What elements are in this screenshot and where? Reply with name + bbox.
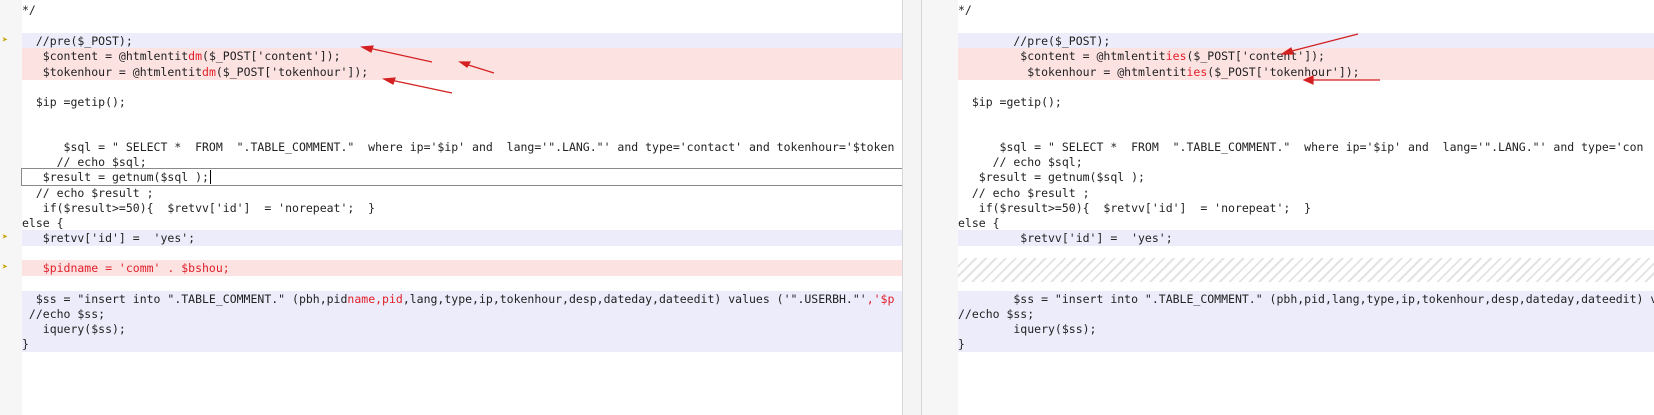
arrow-head <box>360 45 374 53</box>
arrow-line <box>1283 33 1359 54</box>
annotation-arrows <box>360 45 495 94</box>
arrow-line <box>363 46 433 63</box>
arrow-head <box>458 61 472 68</box>
pane-divider[interactable] <box>902 0 922 415</box>
arrow-line <box>385 78 453 94</box>
left-diff-pane[interactable]: */ ➤ //pre($_POST); $content = @htmlenti… <box>0 0 902 415</box>
arrow-head <box>1302 75 1314 85</box>
arrow-head <box>1280 47 1294 55</box>
right-diff-pane[interactable]: */ ⇦ //pre($_POST); $content = @htmlenti… <box>922 0 1654 415</box>
arrow-head <box>382 77 396 85</box>
annotation-arrows <box>1280 33 1380 85</box>
